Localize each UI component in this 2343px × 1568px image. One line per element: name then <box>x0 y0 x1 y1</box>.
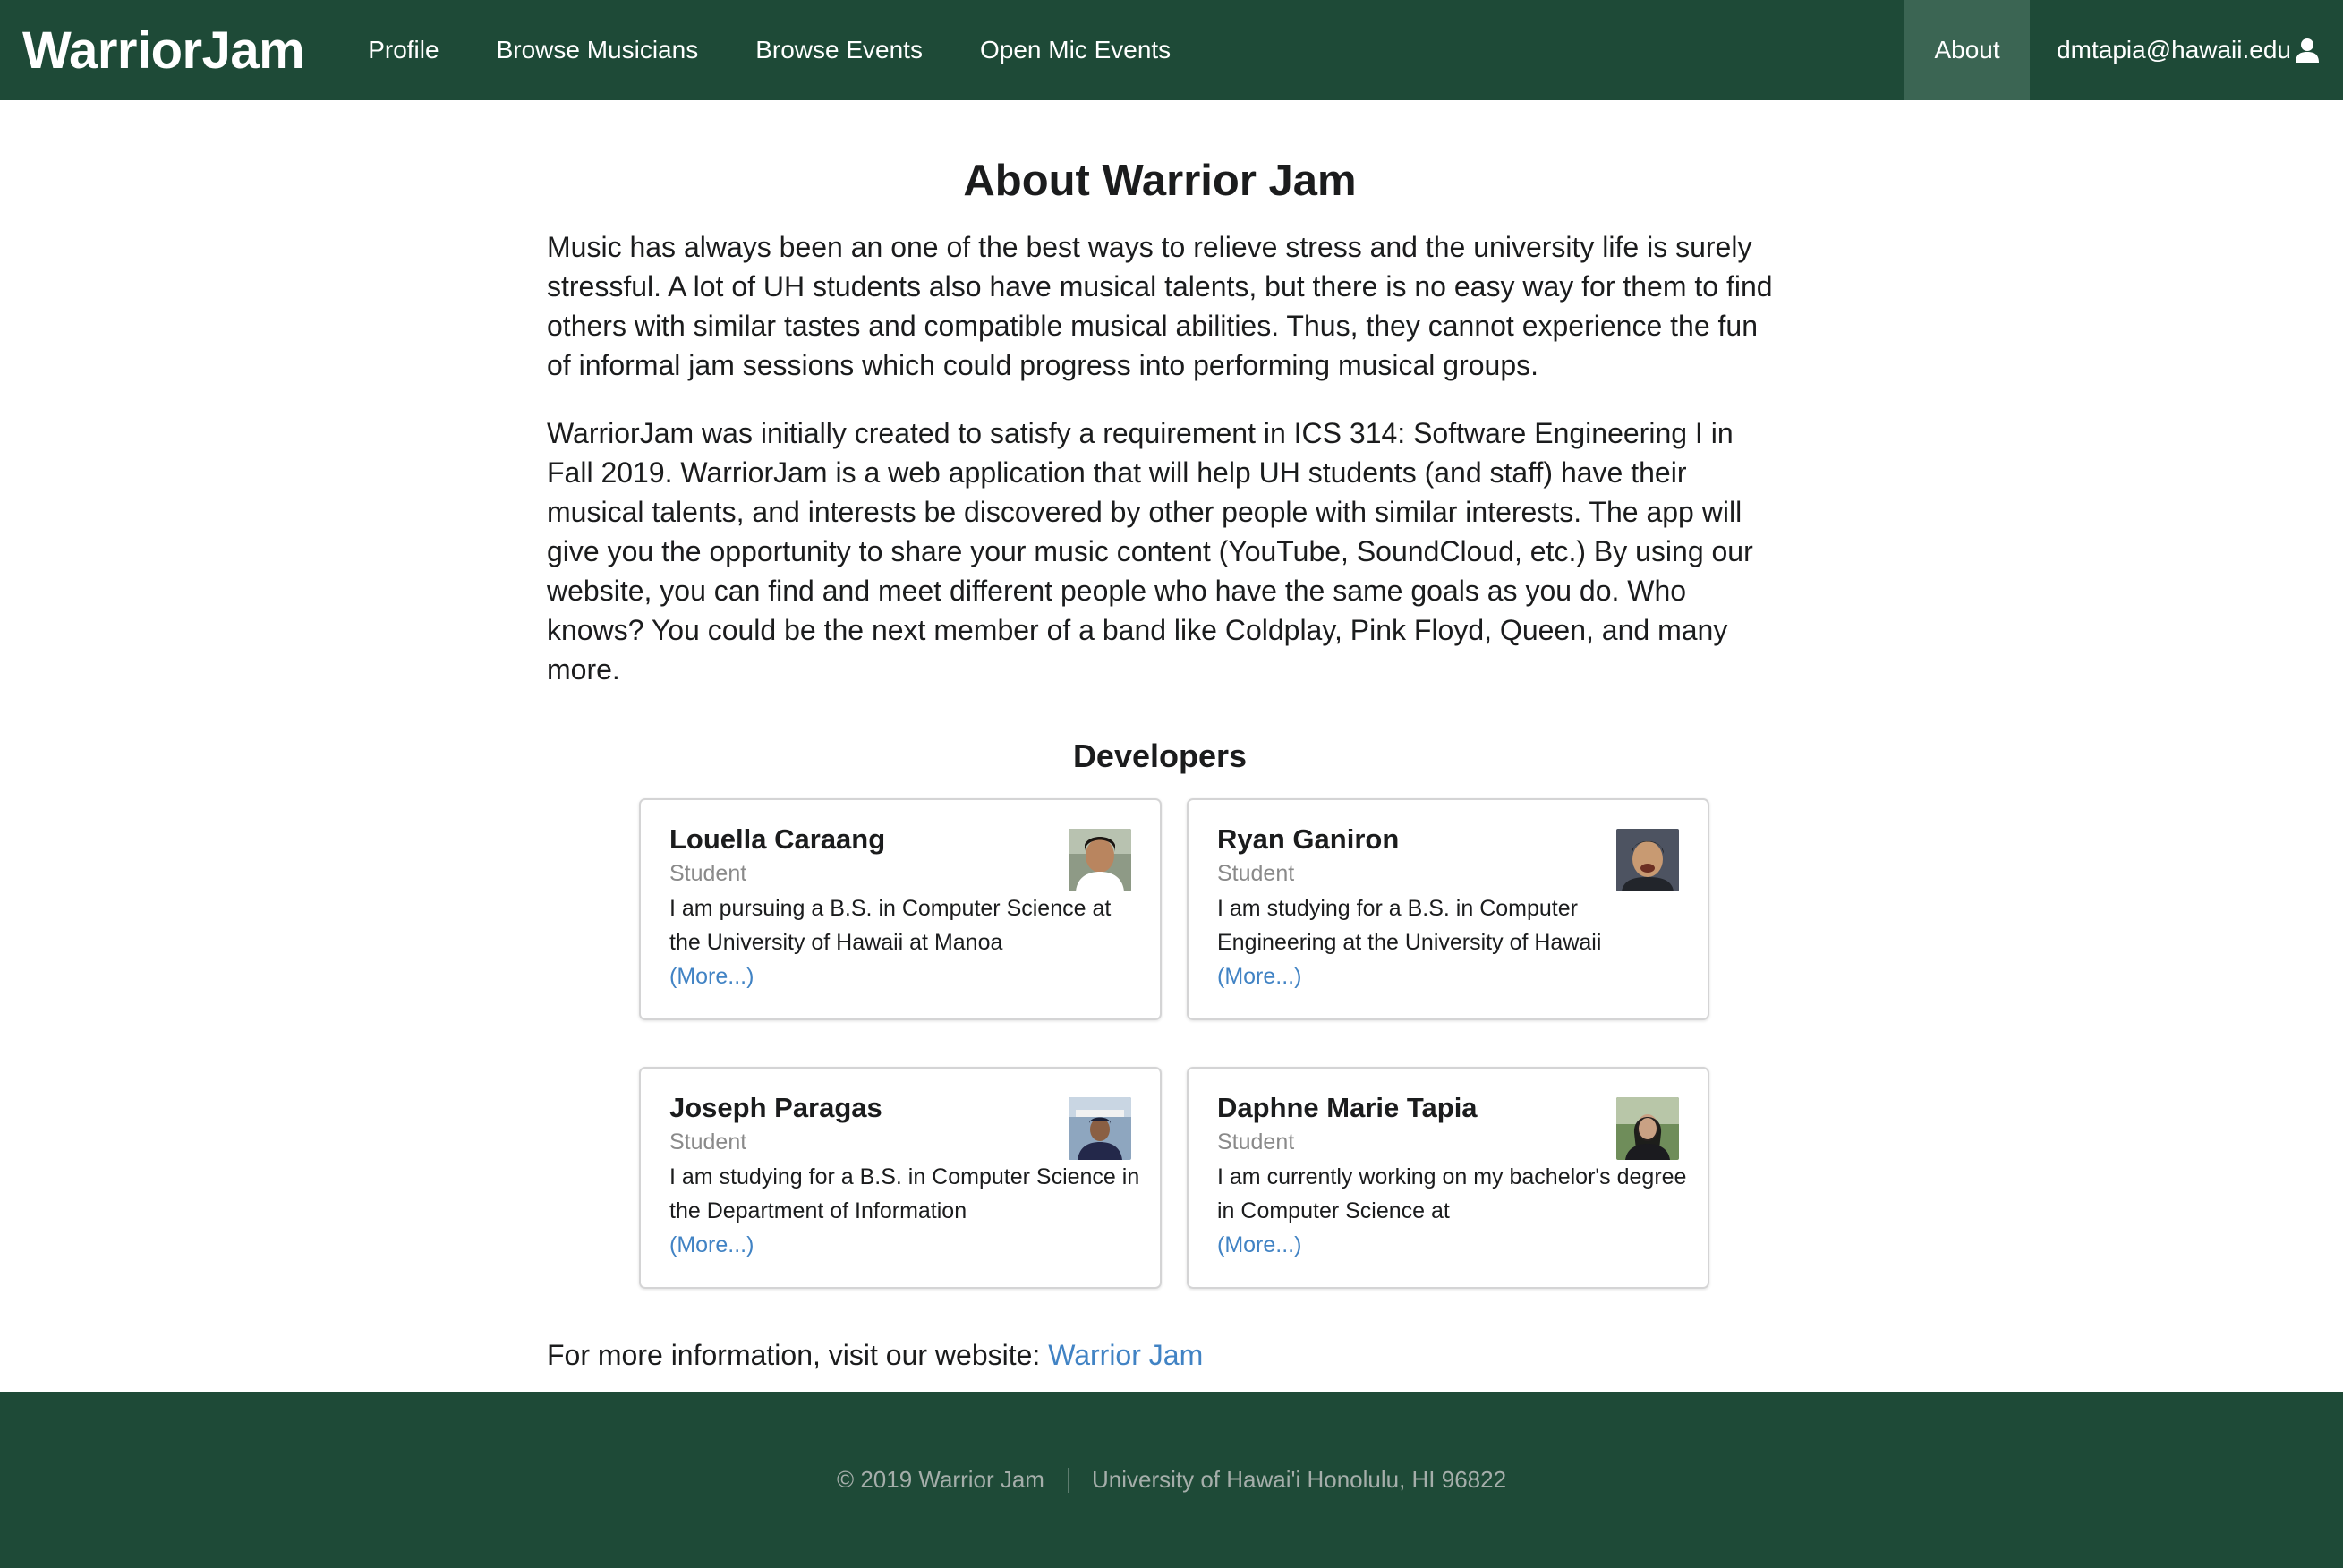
avatar <box>1616 828 1679 891</box>
top-navbar: WarriorJam Profile Browse Musicians Brow… <box>0 0 2343 100</box>
about-paragraph-1: Music has always been an one of the best… <box>547 230 1773 381</box>
developer-role: Student <box>1217 860 1295 886</box>
nav-item-open-mic-events[interactable]: Open Mic Events <box>951 0 1199 100</box>
developer-description: I am pursuing a B.S. in Computer Science… <box>669 895 1112 955</box>
developer-more-link[interactable]: (More...) <box>1217 1228 1679 1262</box>
developer-card: Joseph Paragas Student I am studying for… <box>639 1066 1162 1289</box>
developer-role: Student <box>1217 1129 1295 1155</box>
more-info-text: For more information, visit our website: <box>547 1338 1049 1371</box>
developer-name: Joseph Paragas <box>669 1091 882 1123</box>
developer-card: Daphne Marie Tapia Student I am currentl… <box>1187 1066 1709 1289</box>
nav-item-browse-musicians[interactable]: Browse Musicians <box>468 0 728 100</box>
footer: © 2019 Warrior Jam University of Hawai'i… <box>0 1392 2343 1568</box>
developer-description: I am studying for a B.S. in Computer Sci… <box>669 1163 1140 1223</box>
page-title: About Warrior Jam <box>963 157 1357 205</box>
user-email: dmtapia@hawaii.edu <box>2057 36 2291 64</box>
developer-role: Student <box>669 860 747 886</box>
main-content: About Warrior Jam Music has always been … <box>547 100 1773 1372</box>
nav-right-group: About dmtapia@hawaii.edu <box>1904 0 2343 100</box>
brand-logo[interactable]: WarriorJam <box>0 21 339 81</box>
developer-more-link[interactable]: (More...) <box>669 959 1131 993</box>
user-menu[interactable]: dmtapia@hawaii.edu <box>2030 0 2343 100</box>
about-paragraph-2: WarriorJam was initially created to sati… <box>547 416 1753 686</box>
developer-card: Ryan Ganiron Student I am studying for a… <box>1187 797 1709 1020</box>
footer-copyright: © 2019 Warrior Jam <box>836 1466 1044 1493</box>
developer-name: Louella Caraang <box>669 822 886 855</box>
developer-card: Louella Caraang Student I am pursuing a … <box>639 797 1162 1020</box>
developer-name: Ryan Ganiron <box>1217 822 1400 855</box>
developers-heading: Developers <box>1072 737 1248 774</box>
user-icon <box>2295 38 2320 63</box>
more-info: For more information, visit our website:… <box>547 1339 1773 1372</box>
avatar <box>1069 828 1131 891</box>
developer-description: I am studying for a B.S. in Computer Eng… <box>1217 895 1602 955</box>
website-link[interactable]: Warrior Jam <box>1048 1339 1203 1371</box>
footer-address: University of Hawai'i Honolulu, HI 96822 <box>1091 1466 1507 1493</box>
developer-description: I am currently working on my bachelor's … <box>1217 1163 1687 1223</box>
developer-role: Student <box>669 1129 747 1155</box>
developer-more-link[interactable]: (More...) <box>669 1228 1131 1262</box>
developer-name: Daphne Marie Tapia <box>1217 1091 1478 1123</box>
developer-cards: Louella Caraang Student I am pursuing a … <box>639 797 1709 1289</box>
developer-more-link[interactable]: (More...) <box>1217 959 1679 993</box>
nav-item-about[interactable]: About <box>1904 0 2031 100</box>
avatar <box>1616 1096 1679 1160</box>
avatar <box>1069 1096 1131 1160</box>
nav-item-profile[interactable]: Profile <box>339 0 467 100</box>
footer-divider <box>1067 1467 1069 1493</box>
nav-item-browse-events[interactable]: Browse Events <box>727 0 951 100</box>
